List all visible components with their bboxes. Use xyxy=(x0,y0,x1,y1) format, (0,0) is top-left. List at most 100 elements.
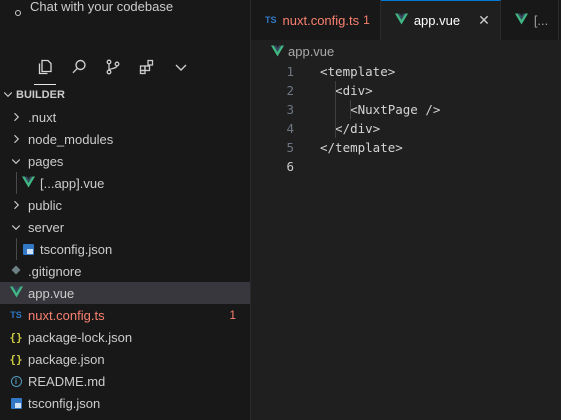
problem-count-badge: 1 xyxy=(229,308,236,322)
section-title: BUILDER xyxy=(16,89,65,101)
tab-label: nuxt.config.ts xyxy=(282,12,360,28)
file-item[interactable]: app.vue xyxy=(0,282,250,304)
tree-item-label: .gitignore xyxy=(28,263,82,279)
tree-item-label: tsconfig.json xyxy=(40,241,113,257)
line-number: 1 xyxy=(286,64,294,79)
vue-icon xyxy=(271,45,284,57)
chat-with-codebase-item[interactable]: Chat with your codebase xyxy=(0,0,250,26)
tab-label: [... xyxy=(533,12,549,28)
file-icon-wrap xyxy=(8,286,24,300)
code-editor[interactable]: 1 <template> 2 <div> 3 <NuxtPage /> 4 </div>… xyxy=(251,62,561,176)
file-icon-wrap xyxy=(20,176,36,190)
line-number: 4 xyxy=(286,121,294,136)
folder-item[interactable]: node_modules xyxy=(0,128,250,150)
tree-item-label: node_modules xyxy=(28,131,114,147)
file-item[interactable]: i README.md xyxy=(0,370,250,392)
tree-item-label: [...app].vue xyxy=(40,175,105,191)
chevron-right-icon xyxy=(8,111,24,123)
tree-item-label: pages xyxy=(28,153,64,169)
code-line: 5 </template> xyxy=(251,138,561,157)
line-number: 5 xyxy=(286,140,294,155)
indent-guide xyxy=(350,100,351,119)
tab-icon-wrap xyxy=(514,13,528,28)
search-icon[interactable] xyxy=(62,50,96,84)
file-item[interactable]: .gitignore xyxy=(0,260,250,282)
line-number: 2 xyxy=(286,83,294,98)
chevron-right-icon xyxy=(8,133,24,145)
editor-tab[interactable]: app.vue ✕ xyxy=(380,0,501,40)
chevron-down-icon xyxy=(8,221,24,233)
tab-icon-wrap xyxy=(394,13,408,28)
chevron-right-icon xyxy=(8,199,24,211)
vue-icon xyxy=(21,176,35,190)
editor-tab[interactable]: [... xyxy=(500,0,560,40)
tab-label: app.vue xyxy=(413,13,461,28)
indent-guide xyxy=(16,172,17,194)
breadcrumb[interactable]: app.vue xyxy=(271,42,334,60)
code-text: <div> xyxy=(320,83,373,98)
vue-icon xyxy=(514,13,528,28)
close-icon[interactable]: ✕ xyxy=(478,12,490,29)
json-icon: {} xyxy=(9,330,23,344)
file-item[interactable]: tsconfig.json xyxy=(0,238,250,260)
explorer-section-header[interactable]: BUILDER xyxy=(0,84,250,106)
tree-item-label: app.vue xyxy=(28,285,75,301)
tree-item-label: README.md xyxy=(28,373,106,389)
tree-item-label: tsconfig.json xyxy=(28,395,101,411)
code-line: 1 <template> xyxy=(251,62,561,81)
file-item[interactable]: TS nuxt.config.ts 1 xyxy=(0,304,250,326)
file-item[interactable]: tsconfig.json xyxy=(0,392,250,414)
tab-icon-wrap: TS xyxy=(265,15,277,25)
code-text: </template> xyxy=(320,140,403,155)
folder-item[interactable]: .nuxt xyxy=(0,106,250,128)
code-line: 3 <NuxtPage /> xyxy=(251,100,561,119)
code-text: </div> xyxy=(320,121,381,136)
files-icon[interactable] xyxy=(28,50,62,85)
code-line: 2 <div> xyxy=(251,81,561,100)
code-line: 4 </div> xyxy=(251,119,561,138)
file-icon-wrap: {} xyxy=(8,331,24,344)
file-icon-wrap xyxy=(20,243,36,255)
tsconfig-icon xyxy=(10,397,22,409)
chevron-down-icon[interactable] xyxy=(164,50,198,84)
file-icon-wrap: i xyxy=(8,375,24,387)
vue-icon xyxy=(394,13,408,28)
vue-icon xyxy=(9,286,23,300)
file-icon-wrap: TS xyxy=(8,310,24,320)
tree-item-label: package.json xyxy=(28,351,105,367)
tree-item-label: public xyxy=(28,197,62,213)
code-text: <NuxtPage /> xyxy=(320,102,441,117)
file-icon-wrap xyxy=(8,265,24,277)
tree-item-label: package-lock.json xyxy=(28,329,133,345)
chevron-down-icon xyxy=(2,88,16,103)
code-line: 6 xyxy=(251,157,561,176)
tree-item-label: server xyxy=(28,219,65,235)
code-text: <template> xyxy=(320,64,396,79)
file-item[interactable]: {} package-lock.json xyxy=(0,326,250,348)
folder-item[interactable]: pages xyxy=(0,150,250,172)
explorer-toolbar xyxy=(28,50,218,85)
editor-tab[interactable]: TS nuxt.config.ts 1 xyxy=(251,0,381,40)
typescript-icon: TS xyxy=(265,15,277,25)
typescript-icon: TS xyxy=(10,310,22,320)
tree-item-label: .nuxt xyxy=(28,109,57,125)
file-icon-wrap xyxy=(8,397,24,409)
sidebar: Chat with your codebase BUILDER .nuxt no… xyxy=(0,0,251,420)
json-icon: {} xyxy=(9,352,23,366)
breadcrumb-file: app.vue xyxy=(288,43,335,59)
tab-problem-count: 1 xyxy=(363,13,370,27)
folder-item[interactable]: public xyxy=(0,194,250,216)
tsconfig-icon xyxy=(22,243,34,255)
git-icon xyxy=(11,265,21,277)
source-control-icon[interactable] xyxy=(96,50,130,84)
extensions-icon[interactable] xyxy=(130,50,164,84)
indent-guide xyxy=(16,238,17,260)
file-tree: .nuxt node_modulespages [...app].vue public… xyxy=(0,106,250,414)
file-item[interactable]: [...app].vue xyxy=(0,172,250,194)
info-icon: i xyxy=(10,375,22,387)
line-number: 3 xyxy=(286,102,294,117)
file-item[interactable]: {} package.json xyxy=(0,348,250,370)
folder-item[interactable]: server xyxy=(0,216,250,238)
editor-area: TS nuxt.config.ts 1 app.vue ✕ [... app.vue 1 <… xyxy=(251,0,561,420)
line-number: 6 xyxy=(286,159,294,174)
